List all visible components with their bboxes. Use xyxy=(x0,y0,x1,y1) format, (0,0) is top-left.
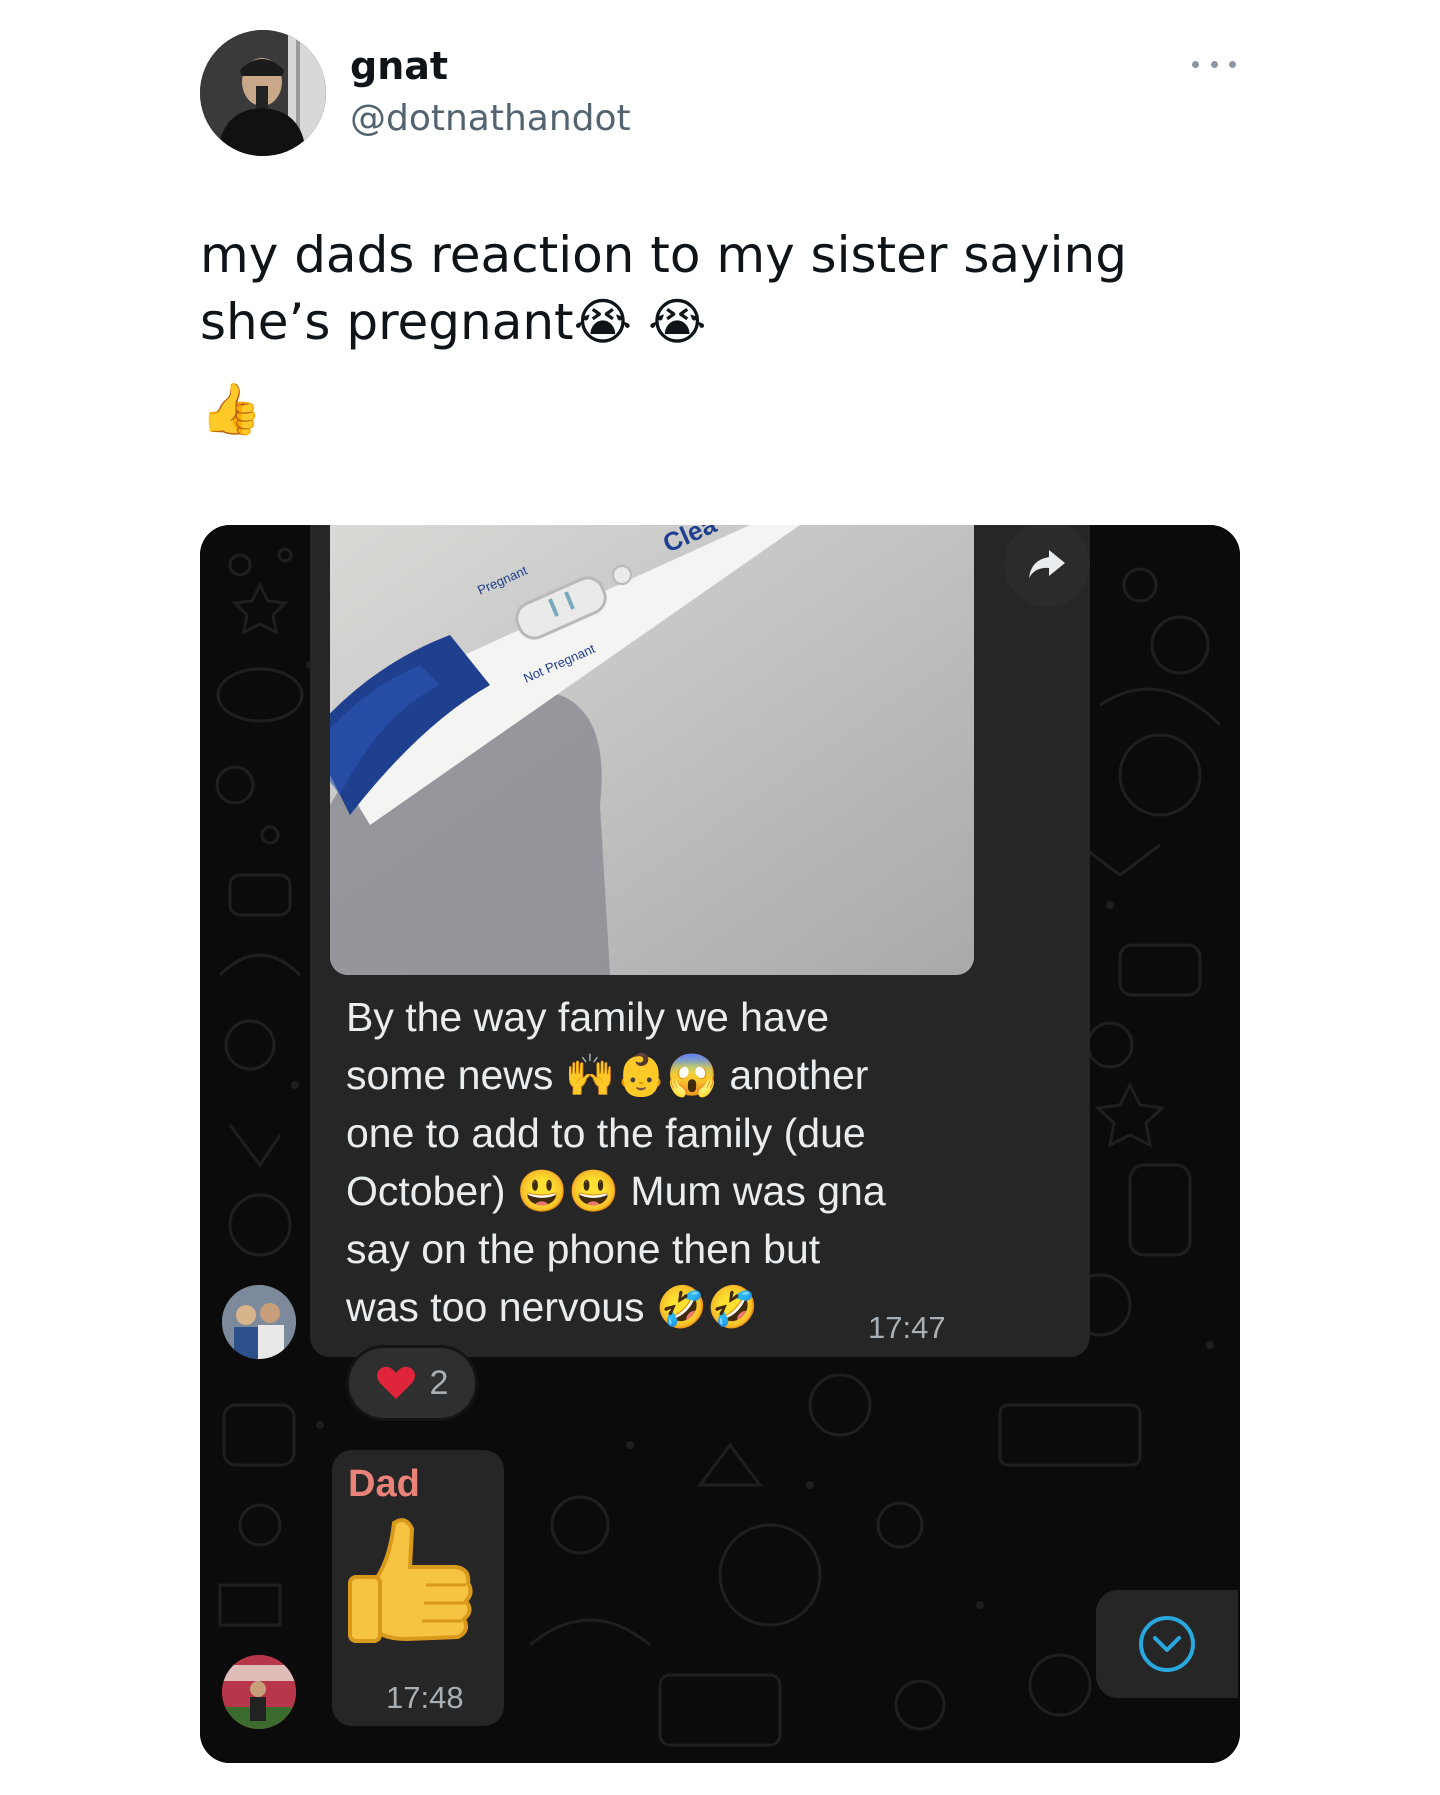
chat-screenshot: Pregnant Not Pregnant Clea By the way fa… xyxy=(200,525,1240,1763)
pregnancy-test-photo[interactable]: Pregnant Not Pregnant Clea xyxy=(330,525,974,975)
crying-face-emoji: 😭 xyxy=(573,293,633,351)
message-text-line: By the way family we have xyxy=(346,988,976,1046)
message-text-part: was too nervous xyxy=(346,1284,645,1330)
tweet-text: my dads reaction to my sister saying she… xyxy=(200,222,1200,443)
message-text-part: one to add to the family (due xyxy=(346,1110,866,1156)
message-text-part: October) xyxy=(346,1168,506,1214)
message-text-line: some news 🙌👶😱 another xyxy=(346,1046,976,1104)
message-text-part: By the way family we have xyxy=(346,994,830,1040)
forward-icon[interactable] xyxy=(1004,525,1090,607)
thumbs-up-emoji: 👍 xyxy=(200,380,263,438)
chevron-down-circle-icon xyxy=(1139,1616,1195,1672)
tweet-text-part: my dads reaction to my sister saying xyxy=(200,226,1127,284)
reply-timestamp: 17:48 xyxy=(386,1680,464,1715)
message-text-part: another xyxy=(729,1052,869,1098)
user-avatar[interactable] xyxy=(200,30,326,156)
tweet-text-part: she’s pregnant xyxy=(200,293,574,351)
reaction-count: 2 xyxy=(429,1363,449,1402)
message-emojis: 🙌👶😱 xyxy=(564,1052,718,1098)
message-text-line: say on the phone then but xyxy=(346,1220,976,1278)
message-text-part: say on the phone then but xyxy=(346,1226,821,1272)
sender-avatar[interactable] xyxy=(222,1285,296,1359)
crying-face-emoji: 😭 xyxy=(648,293,707,351)
message-text: By the way family we have some news 🙌👶😱 … xyxy=(346,988,976,1336)
tweet-text-line: she’s pregnant😭 😭 xyxy=(200,289,1200,356)
message-emojis: 😃😃 xyxy=(516,1168,620,1214)
dad-avatar[interactable] xyxy=(222,1655,296,1729)
message-text-part: some news xyxy=(346,1052,554,1098)
tweet-text-line: my dads reaction to my sister saying xyxy=(200,222,1200,289)
display-name[interactable]: gnat xyxy=(350,44,448,88)
sender-name[interactable]: Dad xyxy=(348,1463,420,1506)
message-emojis: 🤣🤣 xyxy=(655,1284,759,1330)
reaction-badge[interactable]: 2 xyxy=(346,1345,478,1421)
more-icon[interactable] xyxy=(1192,52,1236,76)
message-text-line: October) 😃😃 Mum was gna xyxy=(346,1162,976,1220)
tweet-text-line: 👍 xyxy=(200,376,1200,443)
message-timestamp: 17:47 xyxy=(868,1310,946,1345)
heart-icon xyxy=(376,1366,415,1399)
message-text-line: one to add to the family (due xyxy=(346,1104,976,1162)
user-handle[interactable]: @dotnathandot xyxy=(350,98,631,139)
message-text-part: Mum was gna xyxy=(630,1168,886,1214)
scroll-down-button[interactable] xyxy=(1096,1590,1238,1698)
thumbs-up-icon xyxy=(346,1515,476,1665)
